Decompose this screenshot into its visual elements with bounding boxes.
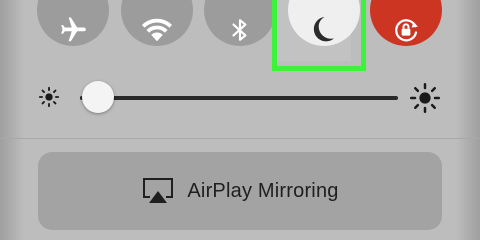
moon-icon (313, 16, 334, 42)
airplane-icon (61, 17, 86, 42)
wifi-icon (142, 18, 172, 42)
bluetooth-toggle[interactable] (204, 0, 276, 46)
rotation-lock-toggle[interactable] (370, 0, 442, 46)
left-edge-shadow (0, 0, 24, 240)
brightness-slider-row (0, 78, 480, 118)
sun-large-icon (410, 83, 440, 113)
airplay-icon (143, 178, 174, 203)
sun-small-icon (38, 86, 60, 108)
rotation-lock-icon (395, 19, 418, 42)
airplane-mode-toggle[interactable] (37, 0, 109, 46)
wifi-toggle[interactable] (121, 0, 193, 46)
control-center-panel: AirPlay Mirroring (0, 0, 480, 240)
bluetooth-icon (232, 19, 247, 41)
airplay-mirroring-button[interactable]: AirPlay Mirroring (38, 152, 442, 230)
brightness-track[interactable] (80, 96, 398, 100)
do-not-disturb-toggle[interactable] (288, 0, 360, 46)
brightness-thumb[interactable] (82, 81, 115, 113)
section-divider (0, 138, 480, 139)
right-edge-shadow (456, 0, 480, 240)
airplay-label: AirPlay Mirroring (187, 179, 339, 202)
